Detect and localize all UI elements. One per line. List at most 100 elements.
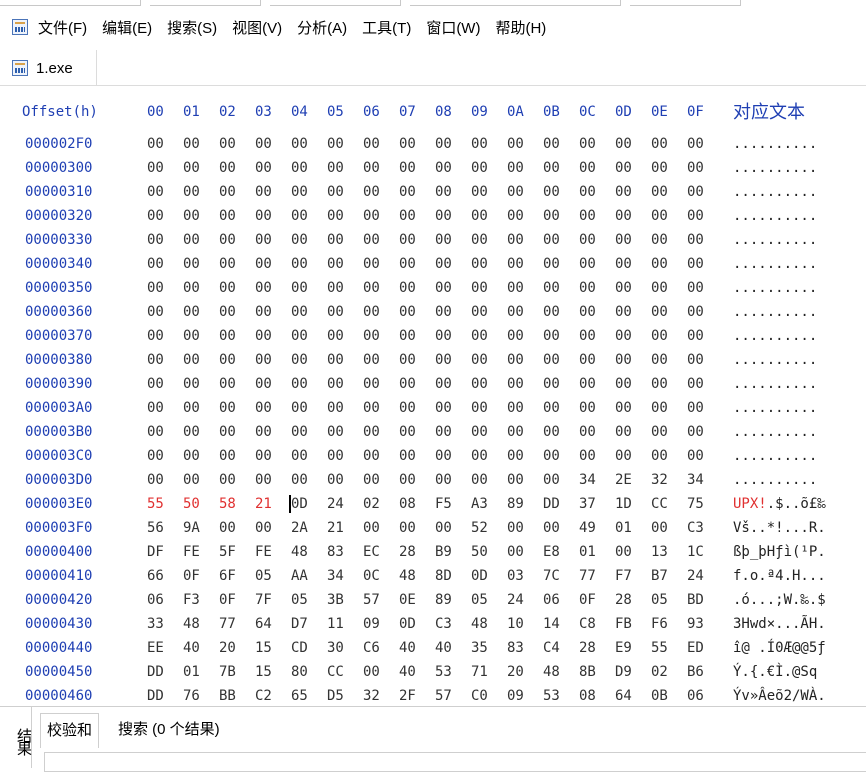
hex-byte[interactable]: 00 <box>651 276 668 300</box>
hex-row[interactable]: 00000370 00 00 00 00 00 00 00 00 00 00 00 00 00 00 00 00… <box>0 324 866 348</box>
hex-byte[interactable]: 00 <box>543 300 560 324</box>
hex-byte[interactable]: 8B <box>579 660 596 684</box>
hex-row[interactable]: 000003A0 00 00 00 00 00 00 00 00 00 00 00 00 00 00 00 00… <box>0 396 866 420</box>
hex-byte[interactable]: 00 <box>615 372 632 396</box>
hex-byte[interactable]: 14 <box>543 612 560 636</box>
hex-byte[interactable]: 83 <box>507 636 524 660</box>
hex-byte[interactable]: 11 <box>327 612 344 636</box>
hex-byte[interactable]: 00 <box>579 372 596 396</box>
hex-byte[interactable]: 00 <box>183 348 200 372</box>
hex-byte[interactable]: 00 <box>219 396 236 420</box>
hex-byte[interactable]: 24 <box>507 588 524 612</box>
hex-byte[interactable]: 00 <box>471 132 488 156</box>
hex-row[interactable]: 00000390 00 00 00 00 00 00 00 00 00 00 00 00 00 00 00 00… <box>0 372 866 396</box>
hex-byte[interactable]: 00 <box>327 204 344 228</box>
hex-byte[interactable]: 48 <box>399 564 416 588</box>
hex-byte[interactable]: 34 <box>579 468 596 492</box>
hex-byte[interactable]: 00 <box>507 516 524 540</box>
hex-byte[interactable]: F3 <box>183 588 200 612</box>
hex-byte[interactable]: 00 <box>327 252 344 276</box>
hex-byte[interactable]: 00 <box>183 228 200 252</box>
hex-byte[interactable]: 6F <box>219 564 236 588</box>
hex-byte[interactable]: 76 <box>183 684 200 706</box>
hex-byte[interactable]: 00 <box>471 156 488 180</box>
hex-byte[interactable]: 00 <box>399 228 416 252</box>
hex-byte[interactable]: 00 <box>687 444 704 468</box>
hex-byte[interactable]: 52 <box>471 516 488 540</box>
hex-byte[interactable]: 00 <box>579 396 596 420</box>
hex-byte[interactable]: 32 <box>651 468 668 492</box>
hex-byte[interactable]: 00 <box>651 420 668 444</box>
hex-byte[interactable]: 00 <box>219 324 236 348</box>
hex-byte[interactable]: 00 <box>399 180 416 204</box>
hex-row[interactable]: 00000460 DD 76 BB C2 65 D5 32 2F 57 C0 09 53 08 64 0B 06… <box>0 684 866 706</box>
hex-byte[interactable]: 00 <box>399 300 416 324</box>
menu-tools[interactable]: 工具(T) <box>362 17 411 38</box>
hex-byte[interactable]: 00 <box>507 276 524 300</box>
hex-byte[interactable]: 00 <box>183 444 200 468</box>
hex-byte[interactable]: 00 <box>435 180 452 204</box>
tab-file[interactable]: 1.exe <box>0 50 97 86</box>
hex-byte[interactable]: 05 <box>471 588 488 612</box>
hex-byte[interactable]: EE <box>147 636 164 660</box>
menu-edit[interactable]: 编辑(E) <box>102 17 152 38</box>
hex-byte[interactable]: 00 <box>579 228 596 252</box>
hex-byte[interactable]: 00 <box>363 276 380 300</box>
hex-byte[interactable]: 53 <box>543 684 560 706</box>
hex-byte[interactable]: E9 <box>615 636 632 660</box>
hex-byte[interactable]: 00 <box>615 444 632 468</box>
hex-byte[interactable]: 00 <box>291 228 308 252</box>
hex-byte[interactable]: 00 <box>579 252 596 276</box>
hex-byte[interactable]: 0D <box>291 492 308 516</box>
hex-byte[interactable]: 00 <box>615 300 632 324</box>
hex-byte[interactable]: 00 <box>255 252 272 276</box>
hex-byte[interactable]: 77 <box>219 612 236 636</box>
hex-byte[interactable]: B6 <box>687 660 704 684</box>
hex-byte[interactable]: 00 <box>543 420 560 444</box>
hex-byte[interactable]: 01 <box>183 660 200 684</box>
hex-byte[interactable]: 00 <box>435 324 452 348</box>
hex-byte[interactable]: 00 <box>183 252 200 276</box>
hex-byte[interactable]: 00 <box>471 300 488 324</box>
hex-byte[interactable]: 00 <box>183 180 200 204</box>
hex-byte[interactable]: 9A <box>183 516 200 540</box>
hex-byte[interactable]: 00 <box>219 420 236 444</box>
hex-byte[interactable]: 00 <box>651 204 668 228</box>
hex-byte[interactable]: 00 <box>651 180 668 204</box>
hex-byte[interactable]: 00 <box>291 324 308 348</box>
hex-byte[interactable]: 2F <box>399 684 416 706</box>
hex-byte[interactable]: 00 <box>435 204 452 228</box>
hex-byte[interactable]: 48 <box>543 660 560 684</box>
hex-byte[interactable]: 00 <box>615 156 632 180</box>
menu-window[interactable]: 窗口(W) <box>426 17 480 38</box>
hex-byte[interactable]: 34 <box>327 564 344 588</box>
hex-byte[interactable]: CD <box>291 636 308 660</box>
hex-byte[interactable]: 00 <box>363 156 380 180</box>
hex-byte[interactable]: 28 <box>399 540 416 564</box>
hex-byte[interactable]: AA <box>291 564 308 588</box>
hex-byte[interactable]: 7B <box>219 660 236 684</box>
hex-byte[interactable]: 00 <box>399 420 416 444</box>
hex-byte[interactable]: A3 <box>471 492 488 516</box>
hex-row[interactable]: 000003F0 56 9A 00 00 2A 21 00 00 00 52 00 00 49 01 00 C3… <box>0 516 866 540</box>
hex-row[interactable]: 00000300 00 00 00 00 00 00 00 00 00 00 00 00 00 00 00 00… <box>0 156 866 180</box>
hex-byte[interactable]: C8 <box>579 612 596 636</box>
hex-byte[interactable]: 00 <box>579 444 596 468</box>
hex-byte[interactable]: 00 <box>651 132 668 156</box>
hex-byte[interactable]: 00 <box>291 468 308 492</box>
hex-byte[interactable]: 00 <box>291 348 308 372</box>
hex-byte[interactable]: 00 <box>543 444 560 468</box>
hex-byte[interactable]: 0E <box>399 588 416 612</box>
hex-byte[interactable]: 00 <box>183 396 200 420</box>
hex-byte[interactable]: 00 <box>255 228 272 252</box>
hex-byte[interactable]: 00 <box>363 516 380 540</box>
tab-search-results[interactable]: 搜索 (0 个结果) <box>112 713 226 747</box>
hex-byte[interactable]: 00 <box>363 204 380 228</box>
hex-byte[interactable]: 00 <box>219 132 236 156</box>
hex-row[interactable]: 00000450 DD 01 7B 15 80 CC 00 40 53 71 20 48 8B D9 02 B6… <box>0 660 866 684</box>
hex-byte[interactable]: C4 <box>543 636 560 660</box>
hex-byte[interactable]: 00 <box>291 156 308 180</box>
hex-byte[interactable]: 00 <box>579 420 596 444</box>
hex-byte[interactable]: 00 <box>615 348 632 372</box>
hex-byte[interactable]: 21 <box>255 492 272 516</box>
